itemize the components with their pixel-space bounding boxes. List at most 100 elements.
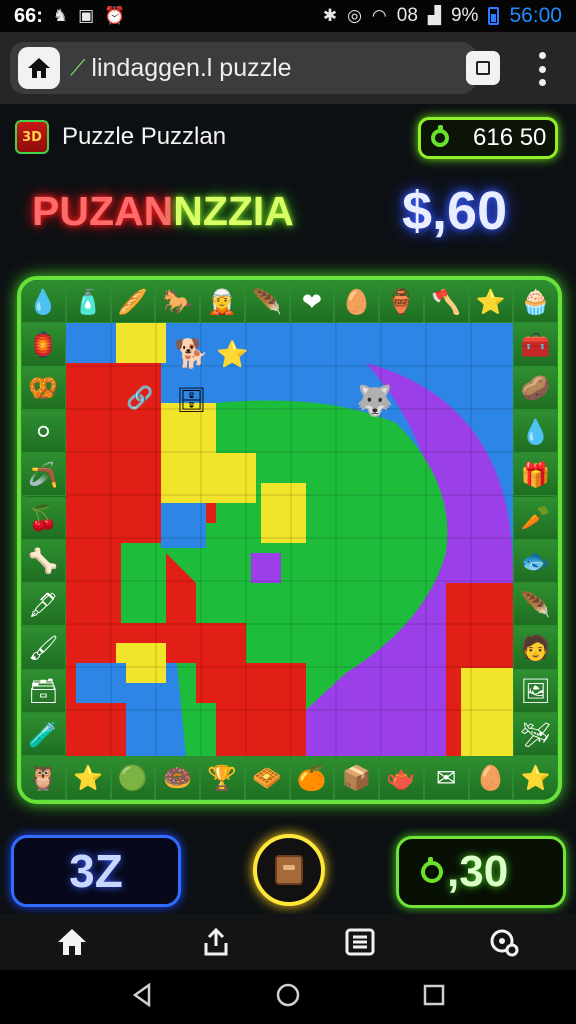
list-icon[interactable] xyxy=(330,917,390,967)
border-cell[interactable]: 🧇 xyxy=(244,756,290,800)
puzzle-item-chain: 🔗 xyxy=(126,384,153,411)
status-time: 66: xyxy=(14,4,43,27)
border-cell[interactable]: 🪓 xyxy=(423,280,469,324)
more-options-icon[interactable] xyxy=(530,52,554,86)
border-cell[interactable]: 🧑 xyxy=(513,626,558,670)
puzzle-item-cabinet: 🗄 xyxy=(176,386,206,414)
border-cell[interactable]: 🖌 xyxy=(21,626,66,670)
border-cell[interactable]: 🧝 xyxy=(200,280,245,324)
border-cell[interactable]: 🧪 xyxy=(21,713,66,757)
battery-percent: 9% xyxy=(450,5,479,26)
status-bar: 66: ♞ ▣ ⏰ ✱ ◎ ◠ 08 ▟ 9% 56:00 xyxy=(0,0,576,32)
bluetooth-icon: ✱ xyxy=(322,5,338,26)
piece-yellow-corner xyxy=(461,668,513,756)
piece-purple-small xyxy=(251,553,281,583)
coins-counter[interactable]: 616 50 xyxy=(418,117,558,159)
border-cell[interactable]: 🏆 xyxy=(200,756,245,800)
border-cell[interactable]: 🍒 xyxy=(21,496,66,540)
border-cell[interactable]: ⭐ xyxy=(468,280,514,324)
border-cell[interactable]: 🧁 xyxy=(513,280,558,324)
url-text[interactable]: lindaggen.l puzzle xyxy=(91,54,291,83)
border-cell[interactable]: 🥨 xyxy=(21,366,66,410)
home-circle-icon[interactable] xyxy=(275,982,301,1012)
border-cell[interactable]: 🥔 xyxy=(513,366,558,410)
notification-icon: ♞ xyxy=(52,5,69,26)
signal-label: 08 xyxy=(396,5,418,26)
home-icon[interactable] xyxy=(18,47,60,89)
border-cell[interactable]: 🥕 xyxy=(513,496,558,540)
border-cell[interactable]: ⚪ xyxy=(21,409,66,454)
border-cell[interactable]: 🪶 xyxy=(244,280,290,324)
border-cell[interactable]: ✉ xyxy=(423,756,469,800)
border-cell[interactable]: 🎁 xyxy=(513,453,558,497)
border-cell[interactable]: 🏮 xyxy=(21,323,66,367)
bonus-ring-icon xyxy=(421,857,443,883)
url-bar[interactable]: ⟋ lindaggen.l puzzle xyxy=(10,42,476,94)
battery-icon xyxy=(488,7,500,25)
border-cell[interactable]: 🖋 xyxy=(21,583,66,627)
bottom-nav xyxy=(0,914,576,970)
piece-yellow-right xyxy=(261,483,306,543)
border-cell[interactable]: 🥚 xyxy=(468,756,514,800)
puzzle-item-wolf: 🐺 xyxy=(356,383,393,419)
box-icon xyxy=(275,855,303,885)
border-cell[interactable]: ⭐ xyxy=(513,756,558,800)
border-cell[interactable]: 🫖 xyxy=(379,756,424,800)
border-cell[interactable]: 🛩 xyxy=(513,713,558,757)
piece-blue-lower xyxy=(76,663,126,703)
puzzle-board[interactable]: 💧 🧴 🥖 🐎 🧝 🪶 ❤ 🥚 🏺 🪓 ⭐ 🧁 🏮 🧰 🥨 🥔 ⚪ 💧 🪃 🎁 🍒 🥕 🦴 🐟 🖋 🪶 🖌 🧑 🗃 🖼 🧪 🛩 🦉 ⭐ 🟢 🍩 🏆 🧇 🍊 📦… xyxy=(17,276,562,804)
border-cell[interactable]: 🍩 xyxy=(155,756,200,800)
puzzle-pieces[interactable]: 🐕 ⭐ 🐺 🔗 🗄 xyxy=(66,323,513,756)
border-cell[interactable]: 💧 xyxy=(21,280,66,324)
share-icon[interactable] xyxy=(186,917,246,967)
border-cell[interactable]: 🪶 xyxy=(513,583,558,627)
tabs-icon[interactable] xyxy=(466,51,500,85)
border-cell[interactable]: 🟢 xyxy=(110,756,156,800)
border-cell[interactable]: 🥚 xyxy=(334,280,379,324)
moves-counter[interactable]: 3Z xyxy=(11,835,181,907)
recents-icon[interactable] xyxy=(423,984,445,1010)
border-cell[interactable]: 🪃 xyxy=(21,453,66,497)
home-icon[interactable] xyxy=(42,917,102,967)
status-clock: 56:00 xyxy=(509,4,562,27)
back-icon[interactable] xyxy=(131,982,153,1011)
piece-green-left xyxy=(121,543,166,623)
border-cell[interactable]: 🍊 xyxy=(289,756,335,800)
settings-icon[interactable] xyxy=(474,917,534,967)
target-icon: ◎ xyxy=(347,5,362,26)
puzzle-item-star: ⭐ xyxy=(216,339,248,370)
border-cell[interactable]: ❤ xyxy=(289,280,335,324)
border-cell[interactable]: 🥖 xyxy=(110,280,156,324)
neon-title-red: PUZAN xyxy=(32,188,174,234)
bonus-value: ,30 xyxy=(447,847,509,896)
border-cell[interactable]: 🗃 xyxy=(21,669,66,713)
alarm-icon: ⏰ xyxy=(104,5,126,26)
neon-title-green: NZZIA xyxy=(173,188,294,234)
border-cell[interactable]: 💧 xyxy=(513,409,558,454)
border-cell[interactable]: 📦 xyxy=(334,756,379,800)
border-cell[interactable]: 🐎 xyxy=(155,280,200,324)
border-cell[interactable]: 🐟 xyxy=(513,539,558,584)
moves-value: 3Z xyxy=(69,845,123,897)
border-cell[interactable]: 🦴 xyxy=(21,539,66,584)
system-nav xyxy=(0,970,576,1024)
score-display: $,60 xyxy=(402,181,508,241)
wifi-icon: ◠ xyxy=(371,5,387,26)
border-cell[interactable]: 🧴 xyxy=(65,280,111,324)
coin-ring-icon xyxy=(431,125,449,147)
app-icon: 3D xyxy=(15,120,49,154)
browser-bar: ⟋ lindaggen.l puzzle xyxy=(0,32,576,104)
puzzle-area[interactable]: 🐕 ⭐ 🐺 🔗 🗄 xyxy=(66,323,513,756)
inventory-button[interactable] xyxy=(253,834,325,906)
border-cell[interactable]: ⭐ xyxy=(65,756,111,800)
piece-blue-inner xyxy=(161,503,206,548)
border-cell[interactable]: 🖼 xyxy=(513,669,558,713)
piece-yellow-top xyxy=(116,323,166,363)
signal-icon: ▟ xyxy=(427,5,441,26)
border-cell[interactable]: 🦉 xyxy=(21,756,66,800)
border-cell[interactable]: 🏺 xyxy=(379,280,424,324)
bonus-counter[interactable]: ,30 xyxy=(396,836,566,908)
border-cell[interactable]: 🧰 xyxy=(513,323,558,367)
neon-title: PUZANNZZIA xyxy=(32,188,294,235)
coins-value: 616 50 xyxy=(473,124,547,151)
